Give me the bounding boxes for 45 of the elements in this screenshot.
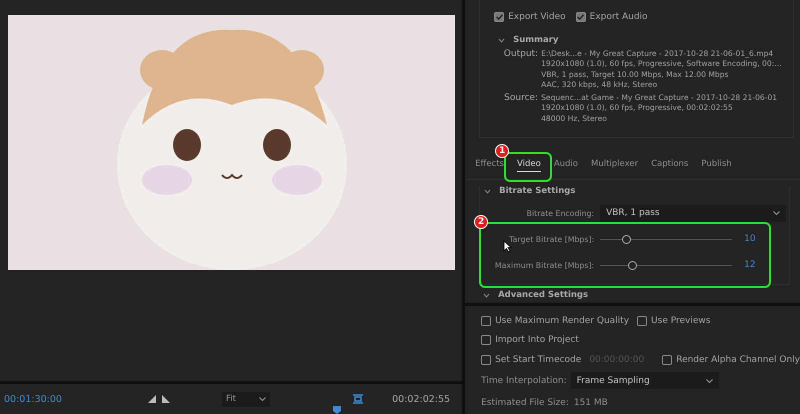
caret-icon: [706, 378, 713, 383]
export-checkbox[interactable]: Export Audio: [576, 12, 648, 22]
chevron-icon[interactable]: [484, 188, 492, 194]
field-label: Estimated File Size:: [481, 398, 569, 408]
tab[interactable]: Publish: [701, 157, 732, 172]
section-heading: Advanced Settings: [498, 290, 588, 300]
option-checkbox[interactable]: Use Previews: [637, 316, 710, 326]
caret-icon: [773, 211, 780, 215]
step-number: 1: [495, 144, 510, 158]
option-checkbox[interactable]: Render Alpha Channel Only: [662, 354, 800, 365]
mark-in-icon[interactable]: [148, 395, 156, 403]
tab[interactable]: Video: [517, 157, 541, 172]
checkmark-icon: [577, 14, 584, 20]
summary-label: Source:: [503, 93, 538, 106]
field-label: Time Interpolation:: [481, 376, 567, 386]
current-timecode[interactable]: 00:01:30:00: [4, 394, 62, 404]
chevron-icon[interactable]: [498, 38, 506, 42]
zoom-dropdown[interactable]: Fit: [222, 392, 270, 406]
slider-value[interactable]: 10: [744, 234, 756, 244]
tab[interactable]: Effects: [475, 157, 504, 172]
tab[interactable]: Audio: [554, 157, 578, 172]
caret-icon: [258, 397, 266, 401]
playhead-icon[interactable]: [333, 406, 341, 414]
summary-label: Output:: [502, 49, 538, 61]
tab[interactable]: Captions: [651, 157, 688, 172]
checkmark-icon: [496, 14, 503, 20]
slider-thumb[interactable]: [622, 234, 632, 244]
chevron-icon[interactable]: [483, 292, 490, 298]
option-checkbox[interactable]: Use Maximum Render Quality: [481, 316, 630, 326]
bitrate-encoding-dropdown[interactable]: VBR, 1 pass: [600, 204, 786, 222]
section-heading: Bitrate Settings: [499, 186, 576, 196]
file-size-value: 151 MB: [574, 398, 608, 408]
mark-out-icon[interactable]: [162, 395, 170, 403]
slider-thumb[interactable]: [628, 260, 637, 270]
slider-value[interactable]: 12: [744, 260, 756, 270]
option-checkbox[interactable]: Set Start Timecode: [481, 354, 582, 365]
duration-timecode: 00:02:02:55: [392, 394, 450, 404]
option-checkbox[interactable]: Import Into Project: [481, 335, 579, 346]
summary-heading: Summary: [513, 35, 558, 45]
highlight-frame: [504, 152, 552, 182]
tab[interactable]: Multiplexer: [591, 157, 638, 172]
time-interpolation-dropdown[interactable]: Frame Sampling: [570, 372, 719, 390]
fit-frame-icon[interactable]: [352, 393, 364, 405]
export-checkbox[interactable]: Export Video: [494, 12, 566, 22]
step-number: 2: [474, 215, 488, 229]
